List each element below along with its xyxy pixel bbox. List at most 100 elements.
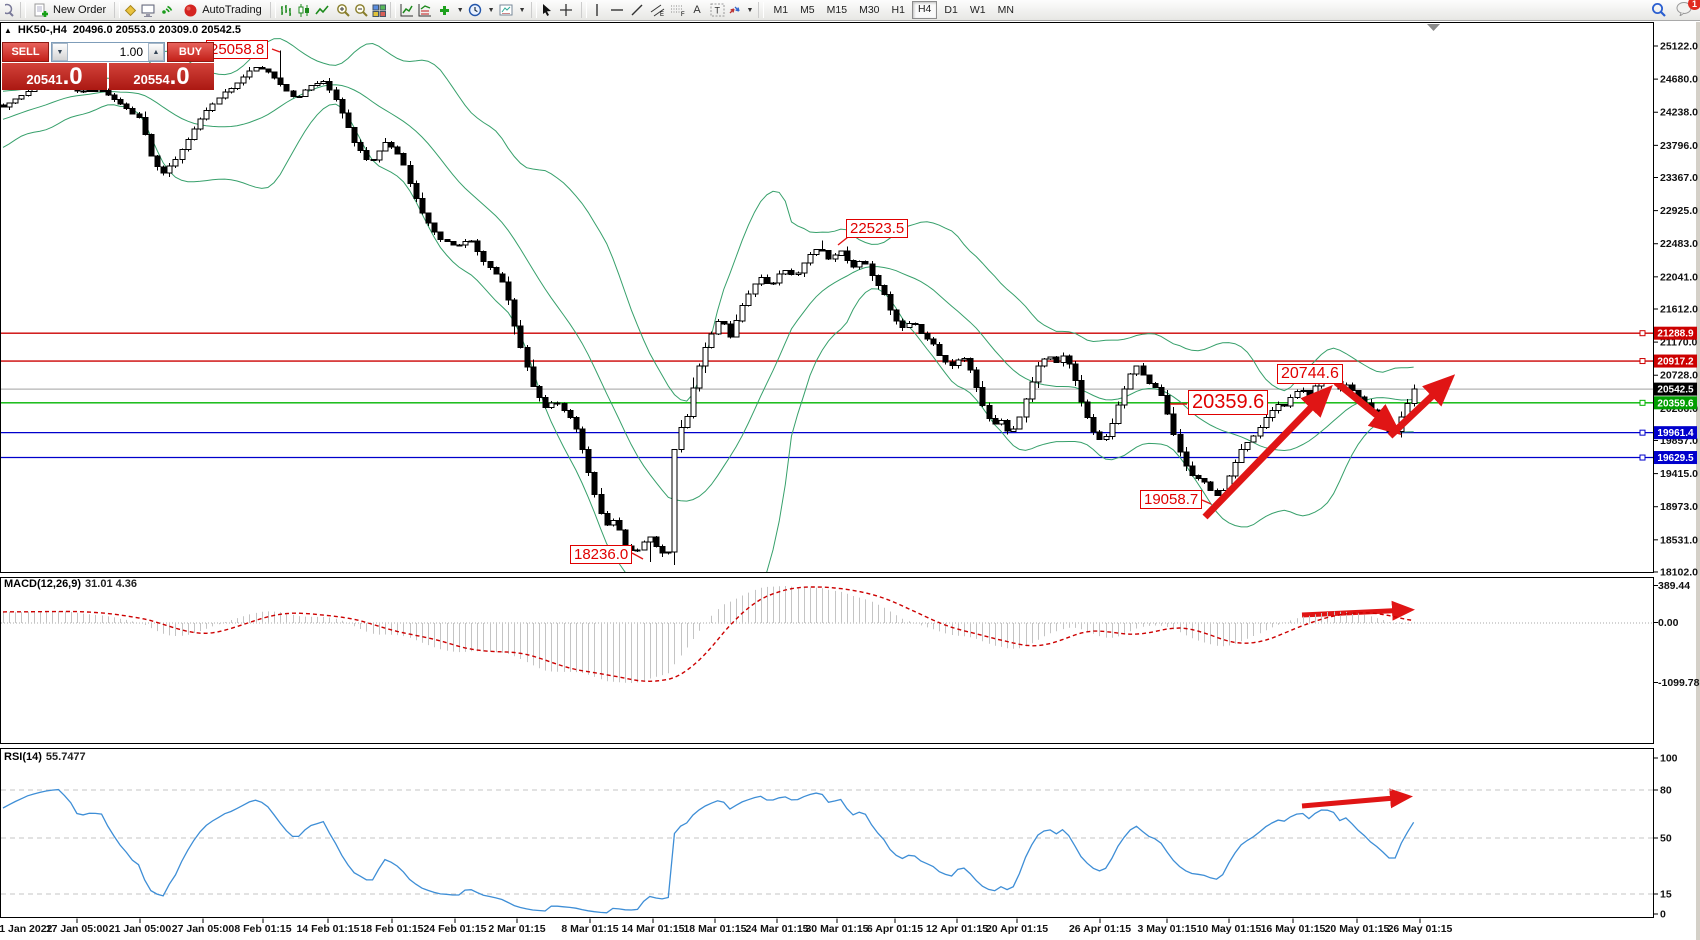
svg-text:6 Apr 01:15: 6 Apr 01:15 bbox=[867, 923, 923, 935]
bar-chart-mode-icon[interactable] bbox=[279, 3, 294, 18]
one-click-trading-panel: SELL ▼ 1.00 ▲ BUY 20541.0 20554.0 bbox=[2, 42, 214, 90]
svg-text:0: 0 bbox=[1660, 909, 1666, 921]
chart-canvas[interactable]: 25122.024680.024238.023796.023367.022925… bbox=[0, 0, 1700, 940]
timeframe-W1[interactable]: W1 bbox=[965, 2, 991, 18]
timeframe-M30[interactable]: M30 bbox=[854, 2, 884, 18]
toolbar: New Order AutoTrading ▼ ▼ ▼ E F A T ▼ M1… bbox=[0, 0, 1700, 21]
svg-text:20728.0: 20728.0 bbox=[1660, 370, 1698, 382]
price-annotation[interactable]: 18236.0 bbox=[570, 545, 632, 564]
toolbar-separator bbox=[20, 2, 26, 18]
toolbar-separator bbox=[114, 2, 120, 18]
timeframe-MN[interactable]: MN bbox=[993, 2, 1019, 18]
svg-text:20 Apr 01:15: 20 Apr 01:15 bbox=[986, 923, 1048, 935]
price-annotation[interactable]: 20359.6 bbox=[1188, 390, 1268, 415]
indicator-window2-icon[interactable] bbox=[417, 3, 432, 18]
bid-price[interactable]: 20541.0 bbox=[2, 63, 107, 90]
svg-text:19629.5: 19629.5 bbox=[1657, 453, 1694, 464]
notifications-chat-button[interactable]: 1 bbox=[1676, 1, 1694, 19]
svg-text:17 Jan 05:00: 17 Jan 05:00 bbox=[46, 923, 109, 935]
volume-stepper: ▼ 1.00 ▲ bbox=[51, 42, 165, 62]
price-annotation[interactable]: 25058.8 bbox=[206, 40, 268, 59]
timeframe-M5[interactable]: M5 bbox=[795, 2, 820, 18]
svg-text:10 May 01:15: 10 May 01:15 bbox=[1197, 923, 1262, 935]
chevron-down-icon: ▼ bbox=[457, 7, 464, 14]
svg-text:18531.0: 18531.0 bbox=[1660, 534, 1698, 546]
line-chart-mode-icon[interactable] bbox=[315, 3, 330, 18]
svg-text:2 Mar 01:15: 2 Mar 01:15 bbox=[488, 923, 545, 935]
new-order-button[interactable]: New Order bbox=[29, 1, 111, 20]
rsi-value: 55.7477 bbox=[46, 751, 86, 763]
timeframe-H4[interactable]: H4 bbox=[912, 1, 937, 19]
svg-text:3 May 01:15: 3 May 01:15 bbox=[1138, 923, 1197, 935]
zoom-in-icon[interactable] bbox=[336, 3, 351, 18]
add-indicator-icon bbox=[437, 3, 452, 18]
crosshair-tool-icon[interactable] bbox=[559, 3, 574, 18]
tile-windows-icon[interactable] bbox=[372, 3, 387, 18]
volume-input[interactable]: 1.00 bbox=[68, 43, 148, 61]
hline-tool-icon[interactable] bbox=[610, 3, 625, 18]
svg-text:22925.0: 22925.0 bbox=[1660, 205, 1698, 217]
toolbar-separator bbox=[390, 2, 396, 18]
ask-price[interactable]: 20554.0 bbox=[109, 63, 214, 90]
timeframe-H1[interactable]: H1 bbox=[887, 2, 910, 18]
svg-text:18 Feb 01:15: 18 Feb 01:15 bbox=[360, 923, 423, 935]
trendline-tool-icon[interactable] bbox=[630, 3, 645, 18]
vline-tool-icon[interactable] bbox=[590, 3, 605, 18]
svg-text:12 Apr 01:15: 12 Apr 01:15 bbox=[926, 923, 988, 935]
metaeditor-icon[interactable] bbox=[123, 3, 138, 18]
price-annotation[interactable]: 19058.7 bbox=[1140, 490, 1202, 509]
timeframe-M15[interactable]: M15 bbox=[822, 2, 852, 18]
svg-text:14 Mar 01:15: 14 Mar 01:15 bbox=[621, 923, 684, 935]
timeframe-D1[interactable]: D1 bbox=[939, 2, 962, 18]
ohlc-values: 20496.0 20553.0 20309.0 20542.5 bbox=[73, 24, 241, 36]
svg-text:8 Feb 01:15: 8 Feb 01:15 bbox=[234, 923, 291, 935]
chevron-down-icon: ▼ bbox=[519, 7, 526, 14]
svg-text:19415.0: 19415.0 bbox=[1660, 468, 1698, 480]
fibonacci-tool-icon[interactable]: F bbox=[670, 3, 685, 18]
toolbar-separator bbox=[758, 2, 764, 18]
svg-text:19961.4: 19961.4 bbox=[1657, 428, 1694, 439]
chevron-down-icon: ▼ bbox=[747, 7, 754, 14]
svg-text:23796.0: 23796.0 bbox=[1660, 140, 1698, 152]
svg-text:100: 100 bbox=[1660, 753, 1678, 765]
svg-text:24 Mar 01:15: 24 Mar 01:15 bbox=[745, 923, 808, 935]
svg-text:T: T bbox=[714, 6, 720, 16]
chart-partial-icon[interactable] bbox=[2, 3, 17, 18]
svg-text:11 Jan 2022: 11 Jan 2022 bbox=[0, 923, 53, 935]
timeframe-M1[interactable]: M1 bbox=[768, 2, 793, 18]
svg-text:24680.0: 24680.0 bbox=[1660, 74, 1698, 86]
cursor-tool-icon[interactable] bbox=[540, 3, 555, 18]
template-icon bbox=[499, 3, 514, 18]
price-annotation[interactable]: 20744.6 bbox=[1277, 364, 1343, 384]
indicator-window-icon[interactable] bbox=[399, 3, 414, 18]
volume-up-button[interactable]: ▲ bbox=[148, 43, 164, 61]
text-tool-icon[interactable]: A bbox=[690, 3, 705, 18]
equidistant-channel-tool-icon[interactable]: E bbox=[650, 3, 665, 18]
buy-button[interactable]: BUY bbox=[167, 42, 214, 62]
svg-text:80: 80 bbox=[1660, 785, 1672, 797]
new-order-icon bbox=[34, 3, 49, 18]
autotrading-button[interactable]: AutoTrading bbox=[178, 1, 267, 20]
svg-text:22041.0: 22041.0 bbox=[1660, 271, 1698, 283]
zoom-out-icon[interactable] bbox=[354, 3, 369, 18]
svg-text:0.00: 0.00 bbox=[1658, 617, 1679, 629]
svg-text:23367.0: 23367.0 bbox=[1660, 172, 1698, 184]
macd-indicator-title: MACD(12,26,9)31.01 4.36 bbox=[4, 578, 137, 590]
periods-menu-button[interactable]: ▼ bbox=[466, 1, 497, 20]
volume-down-button[interactable]: ▼ bbox=[52, 43, 68, 61]
svg-text:27 Jan 05:00: 27 Jan 05:00 bbox=[172, 923, 235, 935]
notification-badge: 1 bbox=[1688, 0, 1700, 10]
toolbar-separator bbox=[531, 2, 537, 18]
templates-menu-button[interactable]: ▼ bbox=[497, 1, 528, 20]
text-label-tool-icon[interactable]: T bbox=[710, 3, 725, 18]
search-icon[interactable] bbox=[1651, 3, 1666, 18]
terminal-icon[interactable] bbox=[141, 3, 156, 18]
sell-button[interactable]: SELL bbox=[2, 42, 49, 62]
macd-values: 31.01 4.36 bbox=[85, 578, 137, 590]
arrows-tool-button[interactable]: ▼ bbox=[725, 1, 756, 20]
candlestick-mode-icon[interactable] bbox=[297, 3, 312, 18]
indicators-menu-button[interactable]: ▼ bbox=[435, 1, 466, 20]
svg-text:21 Jan 05:00: 21 Jan 05:00 bbox=[109, 923, 172, 935]
price-annotation[interactable]: 22523.5 bbox=[846, 219, 908, 238]
signal-icon[interactable] bbox=[159, 3, 174, 18]
